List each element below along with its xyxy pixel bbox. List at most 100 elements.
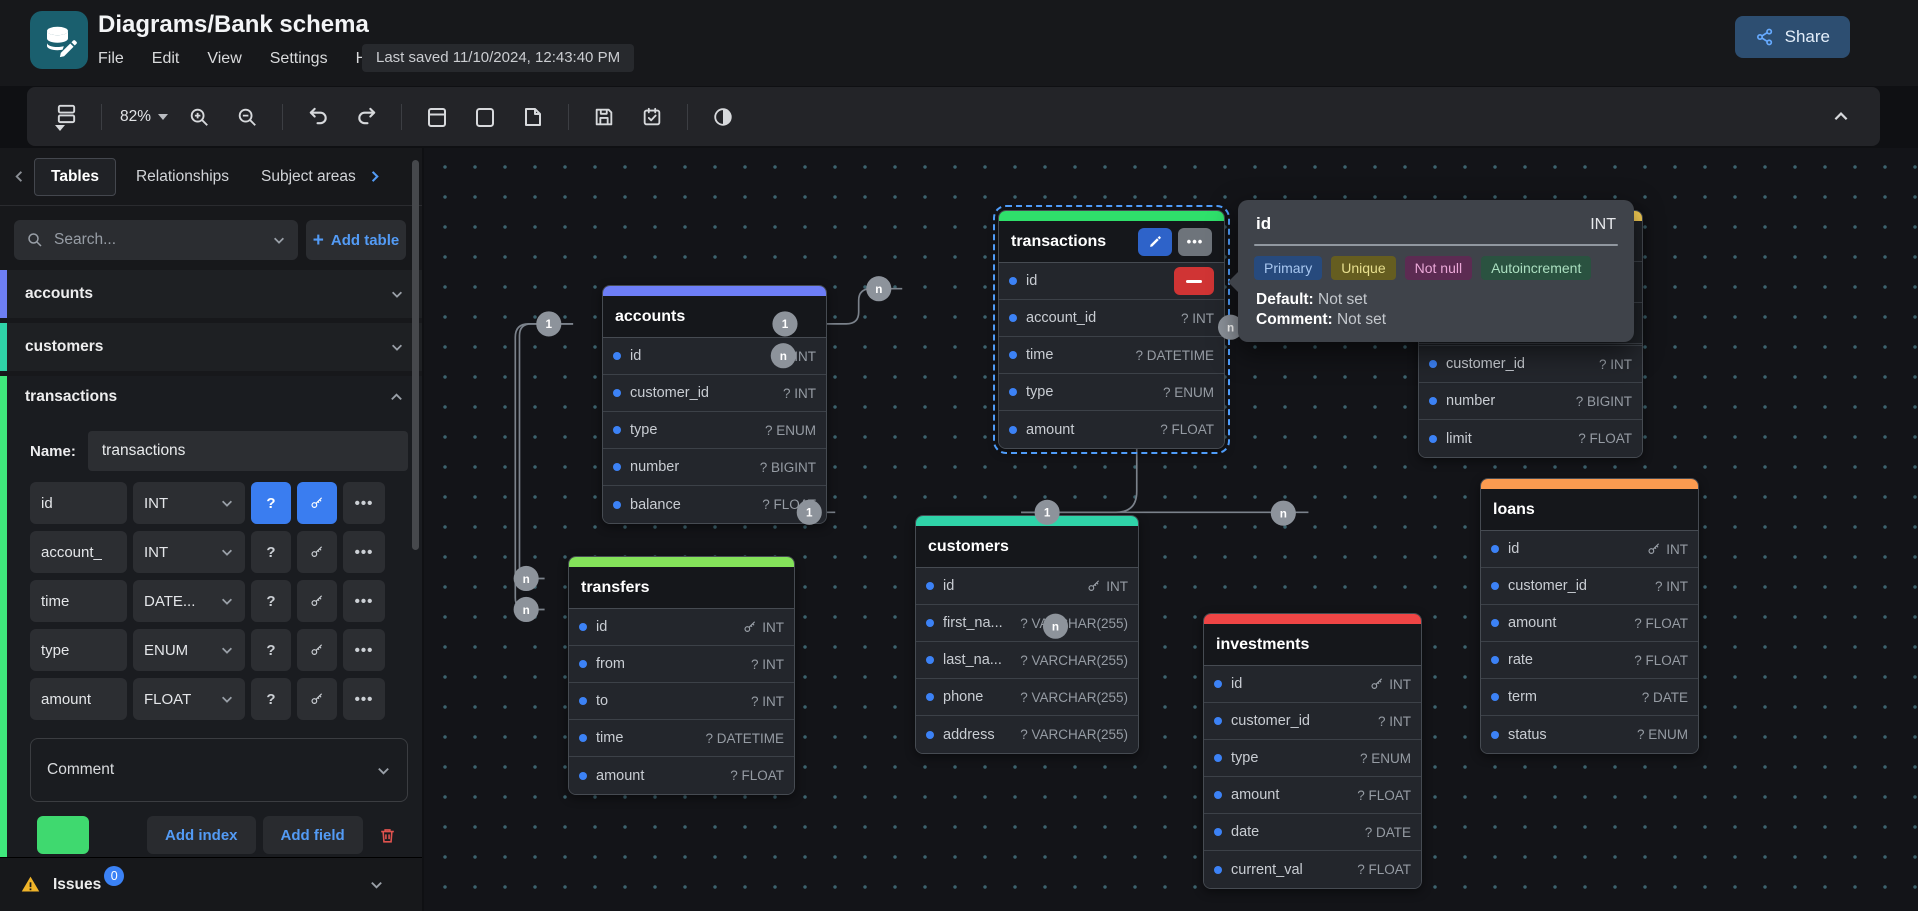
add-index-button[interactable]: Add index xyxy=(147,816,256,854)
er-field-row[interactable]: limit? FLOAT xyxy=(1419,420,1642,457)
diagram-canvas[interactable]: accountsidINTcustomer_id? INTtype? ENUMn… xyxy=(424,148,1918,911)
er-field-row[interactable]: date? DATE xyxy=(1204,814,1421,851)
search-input[interactable]: Search... xyxy=(14,220,298,260)
nullable-toggle[interactable]: ? xyxy=(251,482,291,524)
er-field-row[interactable]: customer_id? INT xyxy=(1419,346,1642,383)
menu-settings[interactable]: Settings xyxy=(260,46,338,72)
er-table-investments[interactable]: investmentsidINTcustomer_id? INTtype? EN… xyxy=(1203,613,1422,889)
field-more-button[interactable]: ••• xyxy=(343,531,385,573)
add-field-button[interactable]: Add field xyxy=(263,816,363,854)
collapse-toolbar-icon[interactable] xyxy=(1820,99,1862,135)
zoom-in-icon[interactable] xyxy=(178,99,220,135)
delete-table-button[interactable] xyxy=(371,816,405,854)
nullable-toggle[interactable]: ? xyxy=(251,678,291,720)
field-type-select[interactable]: ENUM xyxy=(133,629,245,671)
er-field-row[interactable]: number? BIGINT xyxy=(603,449,826,486)
nullable-toggle[interactable]: ? xyxy=(251,580,291,622)
field-name-input[interactable]: id xyxy=(30,482,127,524)
er-field-row[interactable]: amount? FLOAT xyxy=(1204,777,1421,814)
er-table-header[interactable]: investments xyxy=(1204,624,1421,666)
tab-tables[interactable]: Tables xyxy=(34,158,116,196)
table-color-swatch[interactable] xyxy=(37,816,89,854)
er-field-row[interactable]: customer_id? INT xyxy=(1204,703,1421,740)
sidebar-table-customers[interactable]: customers xyxy=(0,323,422,371)
edit-table-button[interactable] xyxy=(1138,228,1172,256)
er-field-row[interactable]: balance? FLOAT xyxy=(603,486,826,523)
add-note-icon[interactable] xyxy=(512,99,554,135)
redo-icon[interactable] xyxy=(345,99,387,135)
primary-key-toggle[interactable] xyxy=(297,678,337,720)
er-field-row[interactable]: customer_id? INT xyxy=(1481,568,1698,605)
er-field-row[interactable]: status? ENUM xyxy=(1481,716,1698,753)
chevron-down-icon[interactable] xyxy=(272,233,286,247)
field-name-input[interactable]: type xyxy=(30,629,127,671)
er-table-transfers[interactable]: transfersidINTfrom? INTto? INTtime? DATE… xyxy=(568,556,795,795)
er-table-header[interactable]: transactions••• xyxy=(999,221,1224,263)
sidebar-table-accounts[interactable]: accounts xyxy=(0,270,422,318)
add-table-icon[interactable] xyxy=(416,99,458,135)
field-type-select[interactable]: FLOAT xyxy=(133,678,245,720)
nullable-toggle[interactable]: ? xyxy=(251,531,291,573)
chevron-down-icon[interactable] xyxy=(369,877,384,892)
primary-key-toggle[interactable] xyxy=(297,531,337,573)
zoom-level-select[interactable]: 82% xyxy=(116,99,172,135)
undo-icon[interactable] xyxy=(297,99,339,135)
er-field-row[interactable]: rate? FLOAT xyxy=(1481,642,1698,679)
share-button[interactable]: Share xyxy=(1735,16,1850,58)
er-table-transactions[interactable]: transactions•••idaccount_id? INTtime? DA… xyxy=(998,210,1225,449)
app-logo-icon[interactable] xyxy=(30,11,88,69)
primary-key-toggle[interactable] xyxy=(297,580,337,622)
chevron-down-icon[interactable] xyxy=(390,340,404,354)
zoom-out-icon[interactable] xyxy=(226,99,268,135)
comment-section[interactable]: Comment xyxy=(30,738,408,802)
field-name-input[interactable]: account_ xyxy=(30,531,127,573)
field-name-input[interactable]: amount xyxy=(30,678,127,720)
table-more-button[interactable]: ••• xyxy=(1178,228,1212,256)
delete-field-button[interactable] xyxy=(1174,267,1214,295)
issues-bar[interactable]: Issues 0 xyxy=(0,857,422,911)
save-icon[interactable] xyxy=(583,99,625,135)
sidebar-scrollbar[interactable] xyxy=(412,160,419,550)
menu-edit[interactable]: Edit xyxy=(142,46,190,72)
nullable-toggle[interactable]: ? xyxy=(251,629,291,671)
er-field-row[interactable]: term? DATE xyxy=(1481,679,1698,716)
field-type-select[interactable]: DATE... xyxy=(133,580,245,622)
field-name-input[interactable]: time xyxy=(30,580,127,622)
diagram-layout-icon[interactable] xyxy=(45,99,87,135)
er-field-row[interactable]: to? INT xyxy=(569,683,794,720)
er-field-row[interactable]: id xyxy=(999,263,1224,300)
er-table-header[interactable]: transfers xyxy=(569,567,794,609)
menu-view[interactable]: View xyxy=(197,46,251,72)
er-field-row[interactable]: type? ENUM xyxy=(1204,740,1421,777)
er-field-row[interactable]: amount? FLOAT xyxy=(1481,605,1698,642)
er-field-row[interactable]: time? DATETIME xyxy=(999,337,1224,374)
chevron-right-icon[interactable] xyxy=(363,169,385,184)
er-field-row[interactable]: idINT xyxy=(603,338,826,375)
er-field-row[interactable]: customer_id? INT xyxy=(603,375,826,412)
er-field-row[interactable]: first_na...? VARCHAR(255) xyxy=(916,605,1138,642)
chevron-left-icon[interactable] xyxy=(8,169,30,184)
editor-header[interactable]: transactions xyxy=(7,376,422,418)
field-more-button[interactable]: ••• xyxy=(343,629,385,671)
field-more-button[interactable]: ••• xyxy=(343,678,385,720)
er-table-header[interactable]: accounts xyxy=(603,296,826,338)
er-field-row[interactable]: idINT xyxy=(569,609,794,646)
er-table-loans[interactable]: loansidINTcustomer_id? INTamount? FLOATr… xyxy=(1480,478,1699,754)
field-more-button[interactable]: ••• xyxy=(343,580,385,622)
er-field-row[interactable]: idINT xyxy=(916,568,1138,605)
er-field-row[interactable]: idINT xyxy=(1204,666,1421,703)
tab-subject-areas[interactable]: Subject areas xyxy=(245,159,363,195)
er-table-customers[interactable]: customersidINTfirst_na...? VARCHAR(255)l… xyxy=(915,515,1139,754)
menu-file[interactable]: File xyxy=(88,46,134,72)
field-type-select[interactable]: INT xyxy=(133,531,245,573)
field-more-button[interactable]: ••• xyxy=(343,482,385,524)
chevron-up-icon[interactable] xyxy=(389,390,404,405)
chevron-down-icon[interactable] xyxy=(390,287,404,301)
add-table-button[interactable]: + Add table xyxy=(306,220,406,260)
er-table-accounts[interactable]: accountsidINTcustomer_id? INTtype? ENUMn… xyxy=(602,285,827,524)
primary-key-toggle[interactable] xyxy=(297,482,337,524)
er-field-row[interactable]: amount? FLOAT xyxy=(999,411,1224,448)
er-field-row[interactable]: number? BIGINT xyxy=(1419,383,1642,420)
er-field-row[interactable]: address? VARCHAR(255) xyxy=(916,716,1138,753)
add-area-icon[interactable] xyxy=(464,99,506,135)
